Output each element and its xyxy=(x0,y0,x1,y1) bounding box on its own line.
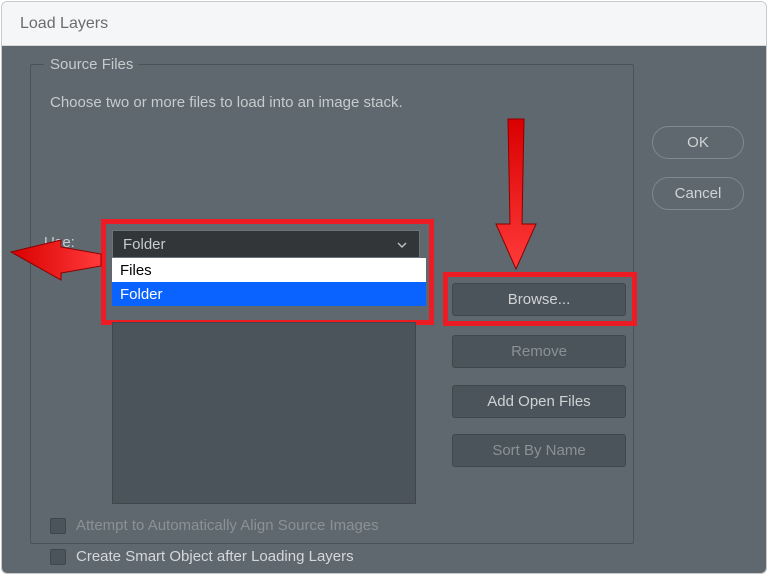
chevron-down-icon xyxy=(395,238,409,256)
file-listbox[interactable] xyxy=(112,322,416,504)
use-label: Use: xyxy=(44,234,75,251)
load-layers-dialog: Load Layers Source Files Choose two or m… xyxy=(1,1,767,574)
use-dropdown-container: Folder Files Folder xyxy=(112,230,428,306)
use-dropdown-list: Files Folder xyxy=(112,258,426,306)
smart-object-checkbox[interactable] xyxy=(50,549,66,565)
option-folder[interactable]: Folder xyxy=(112,282,426,306)
add-open-files-button[interactable]: Add Open Files xyxy=(452,385,626,418)
ok-button[interactable]: OK xyxy=(652,126,744,159)
sort-by-name-button[interactable]: Sort By Name xyxy=(452,434,626,467)
smart-object-checkbox-row: Create Smart Object after Loading Layers xyxy=(50,548,354,565)
title-bar: Load Layers xyxy=(2,2,766,46)
align-checkbox-row: Attempt to Automatically Align Source Im… xyxy=(50,517,379,534)
remove-button[interactable]: Remove xyxy=(452,335,626,368)
window-title: Load Layers xyxy=(20,15,108,33)
use-dropdown-value: Folder xyxy=(123,236,166,253)
cancel-button[interactable]: Cancel xyxy=(652,177,744,210)
use-dropdown[interactable]: Folder xyxy=(112,230,420,258)
instruction-text: Choose two or more files to load into an… xyxy=(50,94,403,111)
browse-button[interactable]: Browse... xyxy=(452,283,626,316)
align-checkbox[interactable] xyxy=(50,518,66,534)
align-checkbox-label: Attempt to Automatically Align Source Im… xyxy=(76,517,379,534)
group-legend: Source Files xyxy=(44,56,139,73)
dialog-body: Source Files Choose two or more files to… xyxy=(2,46,766,573)
smart-object-checkbox-label: Create Smart Object after Loading Layers xyxy=(76,548,354,565)
option-files[interactable]: Files xyxy=(112,258,426,282)
